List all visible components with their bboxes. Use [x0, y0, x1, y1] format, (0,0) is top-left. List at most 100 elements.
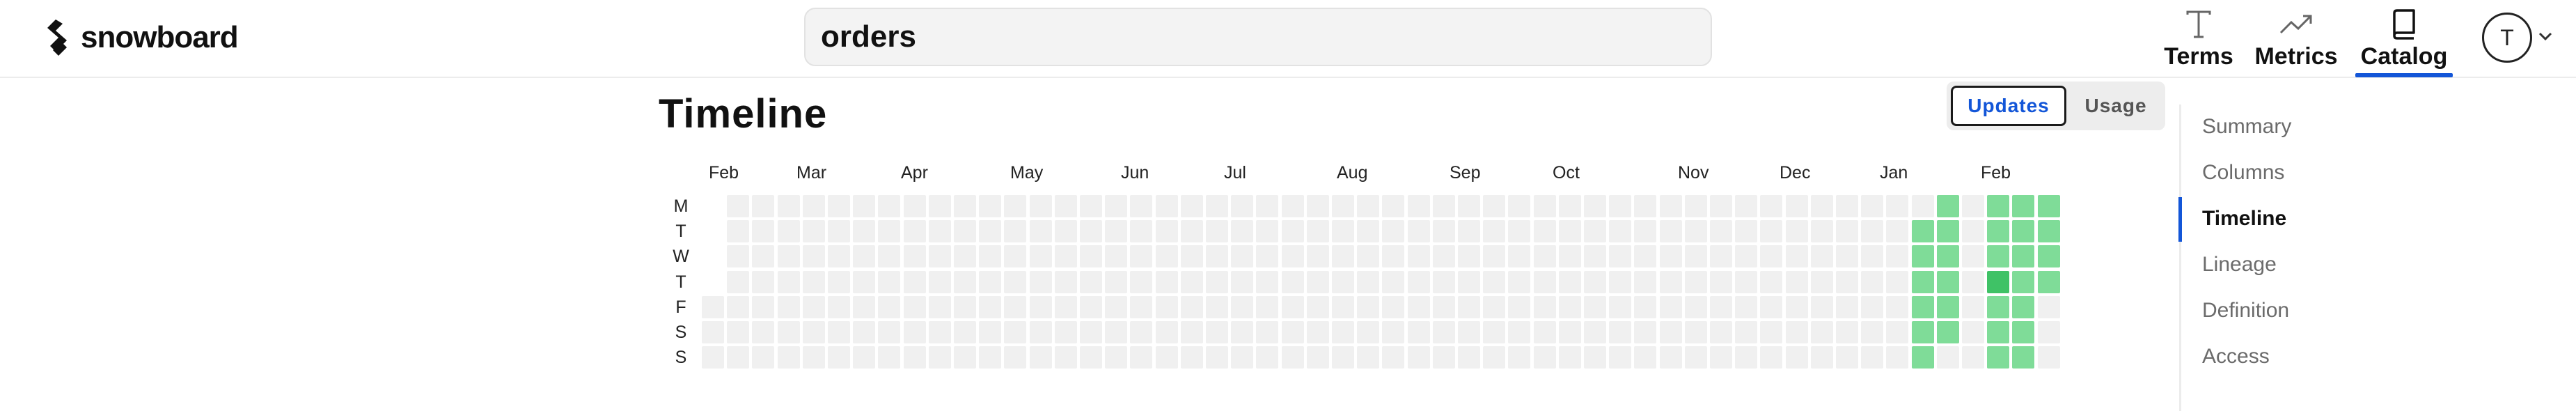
heatmap-cell-active[interactable]: [2012, 270, 2035, 293]
heatmap-cell[interactable]: [1357, 195, 1380, 217]
heatmap-cell[interactable]: [2037, 321, 2060, 343]
heatmap-cell[interactable]: [1785, 245, 1808, 268]
heatmap-cell-active[interactable]: [1987, 346, 2010, 369]
heatmap-cell[interactable]: [954, 321, 976, 343]
heatmap-cell[interactable]: [777, 220, 800, 243]
heatmap-cell[interactable]: [1735, 195, 1758, 217]
heatmap-cell[interactable]: [903, 270, 926, 293]
heatmap-cell[interactable]: [1785, 195, 1808, 217]
heatmap-cell[interactable]: [1029, 321, 1052, 343]
heatmap-cell[interactable]: [1458, 295, 1480, 318]
heatmap-cell[interactable]: [1710, 295, 1732, 318]
heatmap-cell[interactable]: [1508, 270, 1531, 293]
heatmap-cell[interactable]: [1180, 270, 1203, 293]
heatmap-cell[interactable]: [1760, 270, 1783, 293]
heatmap-cell[interactable]: [1130, 295, 1153, 318]
heatmap-cell[interactable]: [1659, 346, 1682, 369]
heatmap-cell[interactable]: [1836, 295, 1858, 318]
heatmap-cell[interactable]: [1180, 220, 1203, 243]
heatmap-cell[interactable]: [1306, 195, 1329, 217]
heatmap-cell[interactable]: [928, 321, 951, 343]
heatmap-cell[interactable]: [878, 270, 901, 293]
heatmap-cell[interactable]: [1760, 346, 1783, 369]
heatmap-cell[interactable]: [1735, 295, 1758, 318]
heatmap-cell[interactable]: [1886, 295, 1909, 318]
heatmap-cell[interactable]: [702, 295, 724, 318]
heatmap-cell[interactable]: [1281, 195, 1304, 217]
heatmap-cell[interactable]: [702, 321, 724, 343]
heatmap-cell[interactable]: [828, 346, 850, 369]
heatmap-cell[interactable]: [1886, 321, 1909, 343]
heatmap-cell[interactable]: [1231, 245, 1254, 268]
nav-item-metrics[interactable]: Metrics: [2249, 7, 2343, 77]
heatmap-cell[interactable]: [1407, 220, 1430, 243]
heatmap-cell[interactable]: [777, 321, 800, 343]
heatmap-cell-active[interactable]: [1987, 270, 2010, 293]
heatmap-cell[interactable]: [1432, 321, 1455, 343]
heatmap-cell[interactable]: [1861, 295, 1884, 318]
heatmap-cell[interactable]: [1357, 220, 1380, 243]
heatmap-cell[interactable]: [1306, 346, 1329, 369]
heatmap-cell[interactable]: [1105, 245, 1128, 268]
heatmap-cell-active[interactable]: [2012, 220, 2035, 243]
heatmap-cell[interactable]: [1332, 195, 1354, 217]
heatmap-cell[interactable]: [1432, 245, 1455, 268]
heatmap-cell[interactable]: [954, 295, 976, 318]
heatmap-cell[interactable]: [1483, 245, 1506, 268]
heatmap-cell[interactable]: [1281, 245, 1304, 268]
heatmap-cell[interactable]: [903, 295, 926, 318]
heatmap-cell[interactable]: [1206, 270, 1228, 293]
heatmap-cell[interactable]: [1029, 245, 1052, 268]
heatmap-cell-active[interactable]: [1987, 295, 2010, 318]
heatmap-cell[interactable]: [878, 346, 901, 369]
heatmap-cell[interactable]: [1710, 321, 1732, 343]
heatmap-cell[interactable]: [1231, 270, 1254, 293]
heatmap-cell[interactable]: [979, 245, 1002, 268]
heatmap-cell[interactable]: [1080, 295, 1102, 318]
heatmap-cell[interactable]: [1281, 295, 1304, 318]
heatmap-cell[interactable]: [1684, 270, 1707, 293]
heatmap-cell[interactable]: [954, 270, 976, 293]
heatmap-cell[interactable]: [1558, 346, 1581, 369]
heatmap-cell[interactable]: [1105, 321, 1128, 343]
nav-item-terms[interactable]: Terms: [2161, 7, 2236, 77]
heatmap-cell[interactable]: [1810, 220, 1833, 243]
heatmap-cell[interactable]: [1785, 346, 1808, 369]
heatmap-cell[interactable]: [1936, 346, 1959, 369]
heatmap-cell[interactable]: [1080, 220, 1102, 243]
heatmap-cell[interactable]: [1029, 195, 1052, 217]
heatmap-cell[interactable]: [1029, 346, 1052, 369]
heatmap-cell[interactable]: [1962, 346, 1984, 369]
heatmap-cell[interactable]: [1054, 220, 1077, 243]
heatmap-cell[interactable]: [1105, 295, 1128, 318]
heatmap-cell[interactable]: [1861, 346, 1884, 369]
heatmap-cell[interactable]: [1836, 321, 1858, 343]
heatmap-cell[interactable]: [1004, 346, 1027, 369]
heatmap-cell[interactable]: [853, 195, 876, 217]
heatmap-cell[interactable]: [878, 220, 901, 243]
heatmap-cell[interactable]: [1155, 346, 1178, 369]
heatmap-cell[interactable]: [1130, 245, 1153, 268]
heatmap-cell[interactable]: [1659, 220, 1682, 243]
heatmap-cell[interactable]: [1508, 220, 1531, 243]
heatmap-cell[interactable]: [1458, 245, 1480, 268]
heatmap-cell[interactable]: [1231, 346, 1254, 369]
heatmap-cell[interactable]: [828, 220, 850, 243]
heatmap-cell[interactable]: [752, 321, 775, 343]
heatmap-cell[interactable]: [1962, 321, 1984, 343]
heatmap-cell[interactable]: [1206, 321, 1228, 343]
heatmap-cell-active[interactable]: [2037, 270, 2060, 293]
heatmap-cell[interactable]: [777, 195, 800, 217]
heatmap-cell[interactable]: [1533, 321, 1556, 343]
heatmap-cell[interactable]: [928, 245, 951, 268]
heatmap-cell-active[interactable]: [1911, 220, 1934, 243]
heatmap-cell-active[interactable]: [2012, 195, 2035, 217]
heatmap-cell[interactable]: [903, 321, 926, 343]
heatmap-cell[interactable]: [979, 346, 1002, 369]
heatmap-cell[interactable]: [1407, 295, 1430, 318]
heatmap-cell[interactable]: [828, 270, 850, 293]
heatmap-cell[interactable]: [1760, 295, 1783, 318]
heatmap-cell[interactable]: [1155, 220, 1178, 243]
heatmap-cell[interactable]: [1558, 220, 1581, 243]
updates-tab[interactable]: Updates: [1951, 86, 2066, 126]
